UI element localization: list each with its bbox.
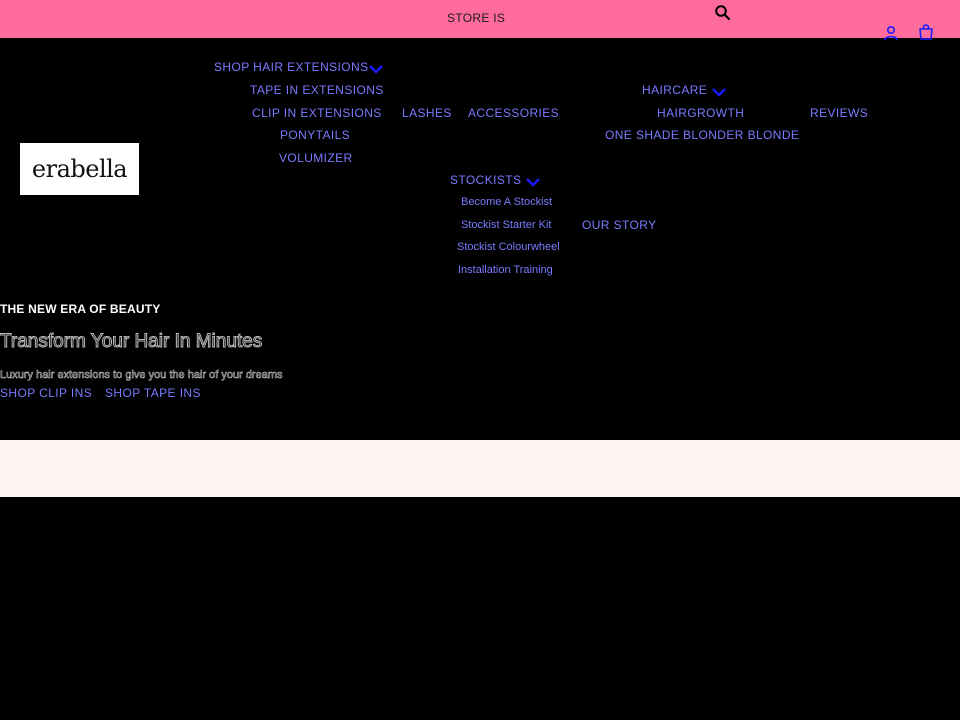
hero-subtitle: Luxury hair extensions to give you the h… [0,369,283,382]
nav-lashes[interactable]: LASHES [402,106,452,120]
pink-band [0,440,960,497]
announcement-text: STORE IS [447,11,506,25]
nav-stockist-starter-kit[interactable]: Stockist Starter Kit [461,219,551,231]
nav-haircare[interactable]: HAIRCARE [642,83,707,97]
logo[interactable]: erabella [20,143,139,195]
shop-clip-ins-button[interactable]: SHOP CLIP INS [0,386,92,400]
shop-tape-ins-button[interactable]: SHOP TAPE INS [105,386,201,400]
search-icon[interactable] [714,4,732,22]
nav-volumizer[interactable]: VOLUMIZER [279,151,353,165]
nav-installation-training[interactable]: Installation Training [458,264,553,276]
hero-eyebrow: THE NEW ERA OF BEAUTY [0,302,161,316]
chevron-down-icon[interactable] [368,63,384,75]
account-icon[interactable] [882,24,900,42]
nav-hairgrowth[interactable]: HAIRGROWTH [657,106,744,120]
nav-one-shade-blonder-blonde[interactable]: ONE SHADE BLONDER BLONDE [605,128,799,142]
announcement-bar: STORE IS [0,0,960,38]
logo-text: erabella [31,155,128,183]
hero-title: Transform Your Hair In Minutes [0,331,263,353]
nav-become-a-stockist[interactable]: Become A Stockist [461,196,552,208]
chevron-down-icon[interactable] [525,176,541,188]
nav-ponytails[interactable]: PONYTAILS [280,128,350,142]
chevron-down-icon[interactable] [711,86,727,98]
nav-shop-hair-extensions[interactable]: SHOP HAIR EXTENSIONS [214,60,368,74]
nav-stockist-colourwheel[interactable]: Stockist Colourwheel [457,241,560,253]
nav-clip-in-extensions[interactable]: CLIP IN EXTENSIONS [252,106,382,120]
nav-tape-in-extensions[interactable]: TAPE IN EXTENSIONS [250,83,384,97]
nav-reviews[interactable]: REVIEWS [810,106,868,120]
nav-our-story[interactable]: OUR STORY [582,218,657,232]
cart-icon[interactable] [917,23,935,41]
nav-accessories[interactable]: ACCESSORIES [468,106,559,120]
nav-stockists[interactable]: STOCKISTS [450,173,521,187]
